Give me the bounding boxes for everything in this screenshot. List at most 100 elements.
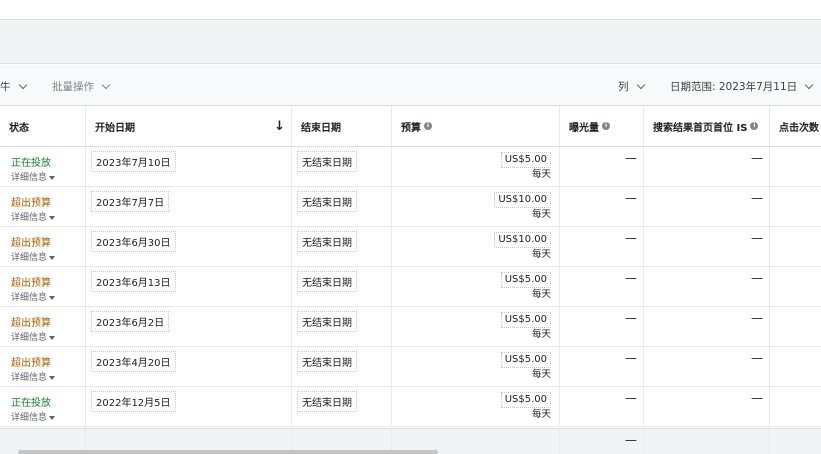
end-date-cell: 无结束日期 [292,307,392,346]
table-row[interactable]: 超出预算 详细信息 2023年6月2日 无结束日期 US$5.00 每天 — — [0,307,821,347]
details-dropdown[interactable]: 详细信息 [11,290,56,303]
clicks-cell [770,187,821,226]
details-dropdown[interactable]: 详细信息 [11,210,56,223]
start-date-field[interactable]: 2023年4月20日 [91,351,176,372]
table-row[interactable]: 超出预算 详细信息 2023年7月7日 无结束日期 US$10.00 每天 — … [0,187,821,227]
header-start-date-label: 开始日期 [95,122,135,134]
sort-down-icon[interactable]: ↓ [274,119,285,134]
impressions-cell: — [560,307,644,346]
budget-cell: US$5.00 每天 [392,347,560,386]
table-header-row: 状态 开始日期 ↓ 结束日期 预算 i 曝光量 i 搜索结果首页首位 IS i … [0,106,821,147]
status-cell: 正在投放 详细信息 [0,387,86,426]
info-icon[interactable]: i [424,122,432,130]
details-label: 详细信息 [11,333,48,343]
columns-dropdown[interactable]: 列 [618,79,645,94]
start-date-field[interactable]: 2023年7月7日 [91,191,170,212]
search-top-is-cell: — [644,347,770,386]
budget-value[interactable]: US$5.00 每天 [500,352,551,382]
budget-value[interactable]: US$5.00 每天 [500,392,551,422]
budget-period: 每天 [531,209,551,220]
filter-dropdown[interactable]: 牛 [0,79,27,94]
search-top-is-cell: — [644,307,770,346]
table-row[interactable]: 正在投放 详细信息 2022年12月5日 无结束日期 US$5.00 每天 — … [0,387,821,427]
end-date-cell: 无结束日期 [292,187,392,226]
header-end-date[interactable]: 结束日期 [292,106,392,146]
search-top-is-value: — [751,231,763,245]
start-date-cell: 2023年7月10日 [86,147,292,186]
status-badge: 正在投放 [11,158,51,169]
start-date-field[interactable]: 2023年7月10日 [91,151,176,172]
caret-down-icon [49,295,56,300]
bulk-actions-dropdown[interactable]: 批量操作 [52,79,111,94]
search-top-is-cell: — [644,147,770,186]
impressions-value: — [625,151,637,165]
info-icon[interactable]: i [602,122,610,130]
details-dropdown[interactable]: 详细信息 [11,250,56,263]
end-date-field[interactable]: 无结束日期 [297,271,357,292]
date-range-dropdown[interactable]: 日期范围: 2023年7月11日 [670,79,814,94]
budget-amount: US$5.00 [500,272,551,288]
table-row[interactable]: 超出预算 详细信息 2023年4月20日 无结束日期 US$5.00 每天 — … [0,347,821,387]
budget-cell: US$10.00 每天 [392,187,560,226]
header-clicks[interactable]: 点击次数 [770,106,821,146]
top-bar [0,0,821,20]
end-date-field[interactable]: 无结束日期 [297,351,357,372]
header-start-date[interactable]: 开始日期 ↓ [86,106,292,146]
impressions-cell: — [560,347,644,386]
end-date-field[interactable]: 无结束日期 [297,311,357,332]
header-search-top-is[interactable]: 搜索结果首页首位 IS i [644,106,770,146]
details-label: 详细信息 [11,173,48,183]
info-icon[interactable]: i [750,122,759,130]
caret-down-icon [49,175,56,180]
date-range-label: 日期范围: 2023年7月11日 [670,81,798,93]
start-date-cell: 2023年4月20日 [86,347,292,386]
details-dropdown[interactable]: 详细信息 [11,410,56,423]
end-date-field[interactable]: 无结束日期 [297,151,357,172]
budget-value[interactable]: US$10.00 每天 [494,192,551,222]
impressions-value: — [625,391,637,405]
details-label: 详细信息 [11,293,48,303]
impressions-cell: — [560,227,644,266]
budget-value[interactable]: US$10.00 每天 [494,232,551,262]
table-row[interactable]: 超出预算 详细信息 2023年6月30日 无结束日期 US$10.00 每天 —… [0,227,821,267]
start-date-field[interactable]: 2023年6月13日 [91,271,176,292]
end-date-field[interactable]: 无结束日期 [297,391,357,412]
status-badge: 超出预算 [11,318,51,329]
budget-value[interactable]: US$5.00 每天 [500,272,551,302]
budget-value[interactable]: US$5.00 每天 [500,152,551,182]
budget-amount: US$5.00 [500,352,551,368]
chevron-down-icon [18,80,27,89]
start-date-field[interactable]: 2023年6月2日 [91,311,170,332]
table-row[interactable]: 超出预算 详细信息 2023年6月13日 无结束日期 US$5.00 每天 — … [0,267,821,307]
end-date-field[interactable]: 无结束日期 [297,191,357,212]
details-dropdown[interactable]: 详细信息 [11,330,56,343]
search-top-is-value: — [751,311,763,325]
end-date-cell: 无结束日期 [292,267,392,306]
budget-period: 每天 [531,369,551,380]
details-dropdown[interactable]: 详细信息 [11,370,56,383]
start-date-field[interactable]: 2023年6月30日 [91,231,176,252]
start-date-field[interactable]: 2022年12月5日 [91,391,176,412]
search-top-is-value: — [751,391,763,405]
bulk-actions-label: 批量操作 [52,81,94,93]
details-label: 详细信息 [11,373,48,383]
budget-amount: US$5.00 [500,312,551,328]
budget-amount: US$10.00 [494,232,551,248]
budget-value[interactable]: US$5.00 每天 [500,312,551,342]
header-status[interactable]: 状态 [0,106,86,146]
impressions-cell: — [560,147,644,186]
header-clicks-label: 点击次数 [779,122,819,134]
header-impressions[interactable]: 曝光量 i [560,106,644,146]
end-date-field[interactable]: 无结束日期 [297,231,357,252]
details-dropdown[interactable]: 详细信息 [11,170,56,183]
budget-cell: US$5.00 每天 [392,387,560,426]
horizontal-scrollbar[interactable] [18,450,438,454]
header-budget[interactable]: 预算 i [392,106,560,146]
status-badge: 超出预算 [11,198,51,209]
table-row[interactable]: 正在投放 详细信息 2023年7月10日 无结束日期 US$5.00 每天 — … [0,147,821,187]
search-top-is-value: — [751,191,763,205]
columns-label: 列 [618,81,629,93]
search-top-is-cell: — [644,387,770,426]
budget-period: 每天 [531,289,551,300]
caret-down-icon [49,415,56,420]
